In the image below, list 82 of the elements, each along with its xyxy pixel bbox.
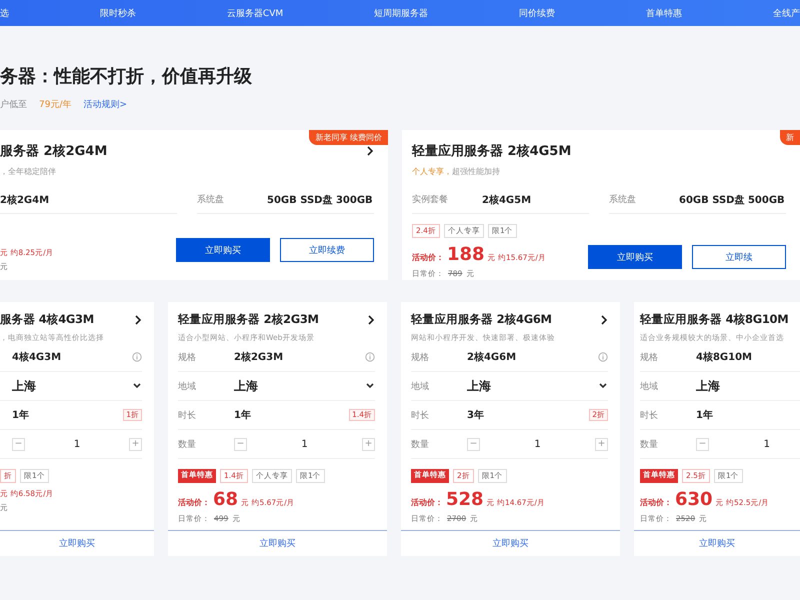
decrement-button[interactable]: − [12, 438, 25, 450]
increment-button[interactable]: + [129, 438, 142, 450]
region-select[interactable]: 上海 [696, 378, 800, 394]
chevron-down-icon[interactable] [365, 381, 375, 391]
quantity-value[interactable]: 1 [301, 438, 308, 450]
nav-link[interactable]: 云服务器CVM [226, 6, 284, 20]
card-title: 轻量应用服务器 2核4G5M [412, 142, 572, 160]
region-select[interactable]: 上海 [12, 378, 132, 394]
nav-link[interactable]: 短周期服务器 [374, 6, 428, 20]
spec-value: 60GB SSD盘 500GB [679, 194, 785, 207]
spec-value: 4核8G10M [696, 350, 753, 364]
field-label: 数量 [178, 438, 197, 450]
quantity-value[interactable]: 1 [534, 438, 541, 450]
spec-value: 2核4G6M [467, 350, 518, 364]
field-label: 规格 [640, 352, 659, 364]
spec-label: 系统盘 [197, 194, 225, 207]
card-subtitle: ，全年稳定陪伴 [0, 166, 57, 177]
price-value: 68 [213, 489, 238, 510]
action-button[interactable]: 立即购买 [588, 245, 682, 269]
card-title: 轻量应用服务器 4核8G10M [640, 312, 788, 327]
field-label: 规格 [411, 352, 430, 364]
action-button[interactable]: 立即续费 [280, 238, 374, 262]
increment-button[interactable]: + [595, 438, 608, 450]
field-label: 时长 [411, 410, 430, 422]
duration-select[interactable]: 1年 [234, 408, 350, 422]
field-label: 规格 [178, 352, 197, 364]
page-heading: 务器：性能不打折，价值再升级 [0, 65, 253, 88]
action-button[interactable]: 立即续 [692, 245, 786, 269]
card-title: 轻量应用服务器 2核2G3M [178, 312, 319, 327]
decrement-button[interactable]: − [696, 438, 709, 450]
price-label: 活动价： [640, 497, 672, 508]
quantity-value[interactable]: 1 [764, 438, 770, 450]
spec-value: 4核4G3M [12, 350, 62, 364]
field-label: 地域 [640, 380, 659, 392]
subtitle-text: 户低至 [0, 98, 27, 111]
nav-link[interactable]: 同价续费 [519, 6, 556, 20]
nav-link[interactable]: 首单特惠 [646, 6, 682, 20]
decrement-button[interactable]: − [467, 438, 480, 450]
chevron-right-icon[interactable] [134, 314, 142, 324]
rules-link[interactable]: 活动规则> [83, 98, 128, 111]
region-select[interactable]: 上海 [234, 378, 365, 394]
price-label: 活动价： [411, 497, 443, 508]
chevron-right-icon[interactable] [366, 146, 374, 156]
promo-ribbon: 新老同享 续费同价 [309, 130, 388, 145]
action-button[interactable]: 立即购买 [176, 238, 270, 262]
card-title: 轻量应用服务器 2核4G6M [411, 312, 552, 327]
field-label: 数量 [640, 438, 659, 450]
card-title: 服务器 2核2G4M [0, 143, 108, 160]
nav-link[interactable]: 全线产 [772, 6, 800, 20]
field-label: 时长 [178, 410, 197, 422]
chevron-right-icon[interactable] [600, 314, 608, 324]
region-select[interactable]: 上海 [467, 378, 598, 394]
price-text: 79元/年 [39, 98, 72, 111]
chevron-right-icon[interactable] [367, 314, 375, 324]
quantity-value[interactable]: 1 [74, 438, 80, 450]
nav-link[interactable]: 限时秒杀 [100, 6, 136, 20]
price-label: 活动价： [412, 252, 444, 263]
price-value: 630 [675, 489, 713, 510]
spec-label: 实例套餐 [412, 194, 449, 207]
decrement-button[interactable]: − [234, 438, 247, 450]
card-subtitle: 个人专享，超强性能加持 [412, 166, 501, 177]
nav-link[interactable]: 选 [0, 6, 9, 20]
card-title: 服务器 4核4G3M [0, 312, 94, 327]
spec-value: 2核2G4M [0, 194, 50, 207]
field-label: 地域 [178, 380, 197, 392]
field-label: 数量 [411, 438, 430, 450]
spec-label: 系统盘 [609, 194, 637, 207]
price-label: 活动价： [178, 497, 210, 508]
price-value: 528 [446, 489, 484, 510]
field-label: 时长 [640, 410, 659, 422]
duration-select[interactable]: 1年 [696, 408, 800, 422]
chevron-down-icon[interactable] [598, 381, 608, 391]
duration-select[interactable]: 1年 [12, 408, 124, 422]
increment-button[interactable]: + [362, 438, 375, 450]
spec-value: 2核2G3M [234, 350, 284, 364]
duration-select[interactable]: 3年 [467, 408, 590, 422]
field-label: 地域 [411, 380, 430, 392]
spec-value: 50GB SSD盘 300GB [267, 194, 373, 207]
spec-value: 2核4G5M [482, 194, 532, 207]
price-value: 188 [447, 244, 485, 265]
promo-ribbon: 新 [780, 130, 800, 145]
chevron-down-icon[interactable] [132, 381, 142, 391]
